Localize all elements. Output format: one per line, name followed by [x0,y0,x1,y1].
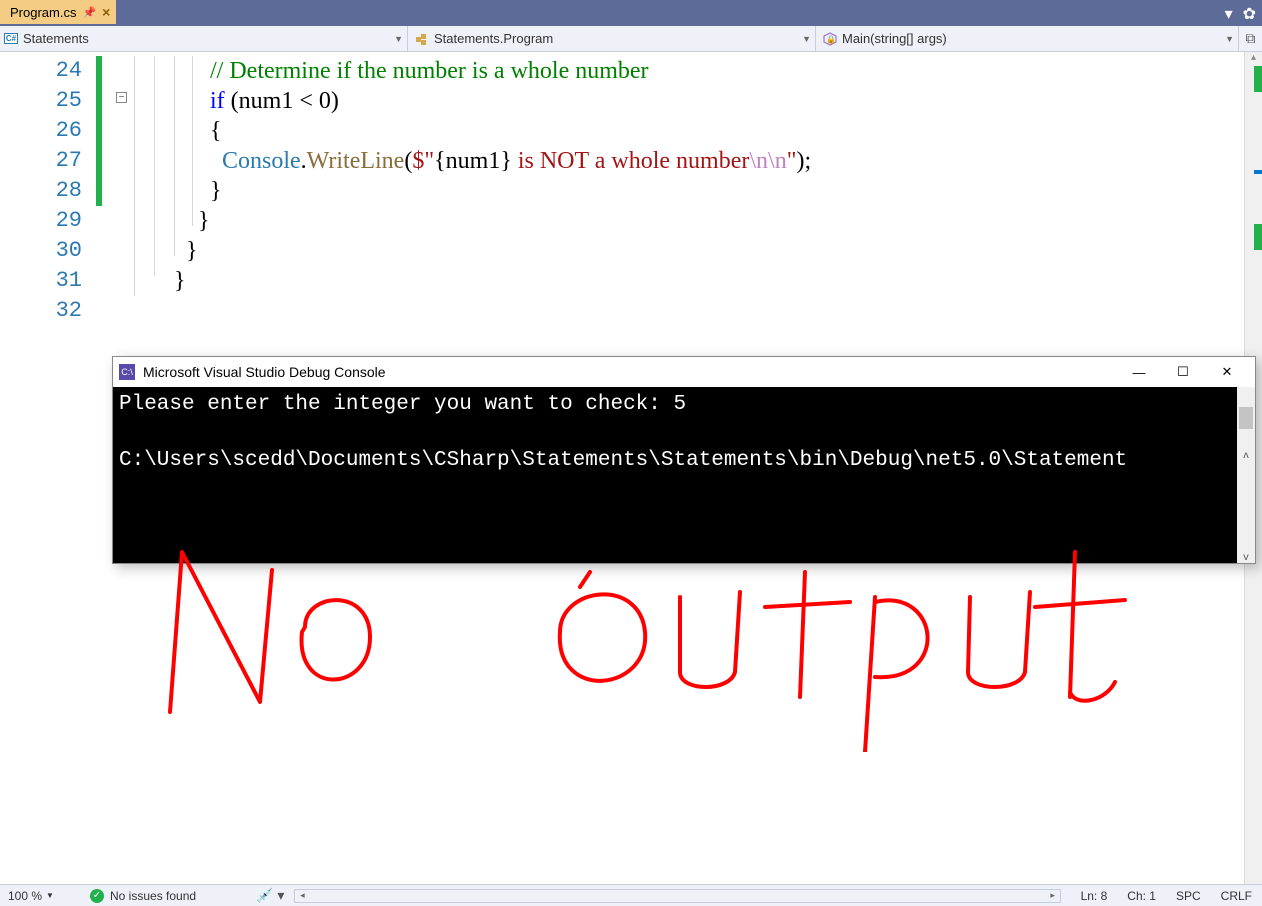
chevron-down-icon: ▼ [802,34,811,44]
issues-text: No issues found [110,889,196,903]
code-line[interactable]: // Determine if the number is a whole nu… [138,56,1262,86]
indent-mode[interactable]: SPC [1166,889,1211,903]
minimize-icon[interactable]: — [1117,365,1161,380]
console-titlebar[interactable]: C:\ Microsoft Visual Studio Debug Consol… [113,357,1255,387]
caret-col[interactable]: Ch: 1 [1117,889,1166,903]
code-line[interactable]: } [138,266,1262,296]
line-number-gutter: 242526272829303132 [0,52,96,884]
close-icon[interactable]: ✕ [1205,364,1249,380]
scroll-left-icon[interactable]: ◂ [295,890,309,902]
code-line[interactable]: { [138,116,1262,146]
horizontal-scrollbar[interactable]: ◂ ▸ [294,889,1060,903]
issues-indicator[interactable]: ✓ No issues found [80,889,196,903]
scroll-right-icon[interactable]: ▸ [1046,890,1060,902]
split-editor-icon[interactable]: ⧉ [1238,26,1262,51]
handwritten-annotation: No Output [140,532,1140,752]
change-marker [96,56,102,206]
code-line[interactable]: } [138,176,1262,206]
gear-icon[interactable]: ✿ [1243,4,1256,24]
csharp-icon: C# [4,33,18,44]
nav-method-label: Main(string[] args) [842,31,947,46]
navigation-bar: C# Statements ▼ Statements.Program ▼ 🔒 M… [0,26,1262,52]
eyedropper-icon[interactable]: 💉 ▾ [256,887,284,904]
code-line[interactable]: } [138,206,1262,236]
file-tab-label: Program.cs [10,5,76,20]
console-scrollbar[interactable]: ʌ v [1237,387,1255,563]
chevron-down-icon: ▼ [394,34,403,44]
maximize-icon[interactable]: ☐ [1161,364,1205,380]
console-app-icon: C:\ [119,364,135,380]
fold-toggle-icon[interactable]: − [116,92,127,103]
code-editor[interactable]: 242526272829303132 − // Determine if the… [0,52,1262,884]
close-tab-icon[interactable]: × [102,4,110,20]
nav-class-label: Statements.Program [434,31,553,46]
line-ending[interactable]: CRLF [1211,889,1262,903]
dropdown-icon[interactable]: ▾ [1225,4,1233,24]
statusbar: 100 % ▼ ✓ No issues found 💉 ▾ ◂ ▸ Ln: 8 … [0,884,1262,906]
svg-text:🔒: 🔒 [826,35,836,44]
checkmark-icon: ✓ [90,889,104,903]
nav-method-dropdown[interactable]: 🔒 Main(string[] args) ▼ [816,26,1238,51]
pin-icon[interactable]: 📌 [82,6,96,19]
nav-scope-label: Statements [23,31,89,46]
titlebar: Program.cs 📌 × ▾ ✿ [0,0,1262,26]
class-icon [414,31,430,47]
nav-scope-dropdown[interactable]: C# Statements ▼ [0,26,408,51]
method-icon: 🔒 [822,31,838,47]
code-line[interactable]: } [138,236,1262,266]
code-line[interactable]: Console.WriteLine($"{num1} is NOT a whol… [138,146,1262,176]
file-tab[interactable]: Program.cs 📌 × [0,0,116,24]
chevron-down-icon: ▼ [46,891,54,900]
caret-line[interactable]: Ln: 8 [1071,889,1118,903]
chevron-down-icon: ▼ [1225,34,1234,44]
zoom-value: 100 % [8,889,42,903]
console-title-text: Microsoft Visual Studio Debug Console [143,364,386,380]
nav-class-dropdown[interactable]: Statements.Program ▼ [408,26,816,51]
zoom-dropdown[interactable]: 100 % ▼ [0,889,80,903]
code-line[interactable]: if (num1 < 0) [138,86,1262,116]
